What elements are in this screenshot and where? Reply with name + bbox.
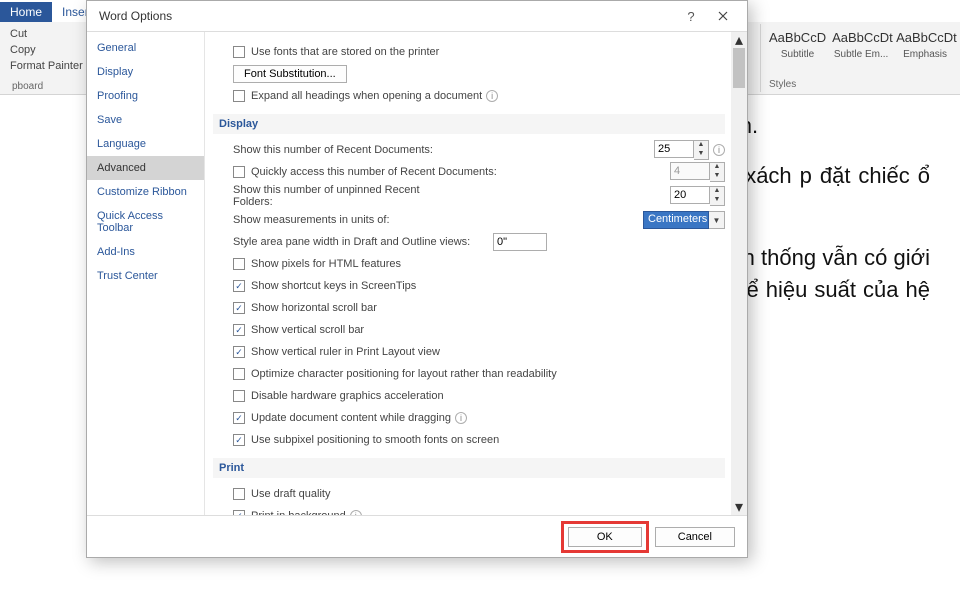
recent-folders-spinner[interactable] [670,186,710,204]
dialog-footer: OK Cancel [87,515,747,557]
nav-trust-center[interactable]: Trust Center [87,264,204,288]
style-subtle-em[interactable]: AaBbCcDtSubtle Em... [832,30,890,60]
nav-general[interactable]: General [87,36,204,60]
info-icon[interactable]: i [455,412,467,424]
quick-access-spinner [670,162,710,180]
word-options-dialog: Word Options ? General Display Proofing … [86,0,748,558]
spinner-buttons: ▲▼ [710,162,725,182]
nav-proofing[interactable]: Proofing [87,84,204,108]
nav-display[interactable]: Display [87,60,204,84]
style-subtitle[interactable]: AaBbCcDSubtitle [769,30,826,60]
ok-highlight: OK [561,521,649,553]
options-scroll-area[interactable]: Use fonts that are stored on the printer… [205,32,731,515]
scroll-thumb[interactable] [733,48,745,88]
cancel-button[interactable]: Cancel [655,527,735,547]
style-emphasis[interactable]: AaBbCcDtEmphasis [896,30,954,60]
h-scroll-check[interactable]: Show horizontal scroll bar [233,302,377,314]
units-label: Show measurements in units of: [233,214,453,226]
options-content: Use fonts that are stored on the printer… [205,32,747,515]
use-fonts-printer-check[interactable]: Use fonts that are stored on the printer [233,46,439,58]
v-scroll-check[interactable]: Show vertical scroll bar [233,324,364,336]
v-ruler-check[interactable]: Show vertical ruler in Print Layout view [233,346,440,358]
nav-advanced[interactable]: Advanced [87,156,204,180]
scroll-up-icon[interactable]: ▴ [731,32,747,48]
scroll-down-icon[interactable]: ▾ [731,499,747,515]
pixels-html-check[interactable]: Show pixels for HTML features [233,258,401,270]
recent-docs-spinner[interactable] [654,140,694,158]
nav-save[interactable]: Save [87,108,204,132]
print-section-head: Print [213,458,725,478]
nav-customize-ribbon[interactable]: Customize Ribbon [87,180,204,204]
subpixel-check[interactable]: Use subpixel positioning to smooth fonts… [233,434,499,446]
chevron-down-icon[interactable]: ▼ [709,211,725,229]
help-button[interactable]: ? [675,4,707,28]
disable-hw-check[interactable]: Disable hardware graphics acceleration [233,390,444,402]
nav-language[interactable]: Language [87,132,204,156]
shortcut-keys-check[interactable]: Show shortcut keys in ScreenTips [233,280,416,292]
ok-button[interactable]: OK [568,527,642,547]
dialog-titlebar: Word Options ? [87,1,747,31]
font-substitution-button[interactable]: Font Substitution... [233,65,347,83]
recent-docs-label: Show this number of Recent Documents: [233,144,453,156]
styles-gallery[interactable]: AaBbCcDSubtitle AaBbCcDtSubtle Em... AaB… [760,24,960,92]
print-background-check[interactable]: Print in background [233,510,346,515]
spinner-buttons[interactable]: ▲▼ [694,140,709,160]
tab-home[interactable]: Home [0,2,52,22]
quick-access-check[interactable]: Quickly access this number of Recent Doc… [233,166,497,178]
draft-quality-check[interactable]: Use draft quality [233,488,330,500]
close-icon [718,11,728,21]
close-button[interactable] [707,4,739,28]
recent-folders-label: Show this number of unpinned Recent Fold… [233,184,453,208]
nav-addins[interactable]: Add-Ins [87,240,204,264]
display-section-head: Display [213,114,725,134]
optimize-check[interactable]: Optimize character positioning for layou… [233,368,557,380]
nav-quick-access[interactable]: Quick Access Toolbar [87,204,204,240]
units-select[interactable]: Centimeters [643,211,709,229]
clipboard-label: pboard [12,81,43,92]
info-icon[interactable]: i [486,90,498,102]
update-drag-check[interactable]: Update document content while dragging [233,412,451,424]
spinner-buttons[interactable]: ▲▼ [710,186,725,206]
info-icon[interactable]: i [713,144,725,156]
styles-label: Styles [769,79,796,90]
expand-headings-check[interactable]: Expand all headings when opening a docum… [233,90,482,102]
style-pane-input[interactable] [493,233,547,251]
dialog-title: Word Options [99,9,172,23]
scrollbar[interactable]: ▴ ▾ [731,32,747,515]
options-nav: General Display Proofing Save Language A… [87,32,205,515]
style-pane-label: Style area pane width in Draft and Outli… [233,236,493,248]
info-icon[interactable]: i [350,510,362,515]
